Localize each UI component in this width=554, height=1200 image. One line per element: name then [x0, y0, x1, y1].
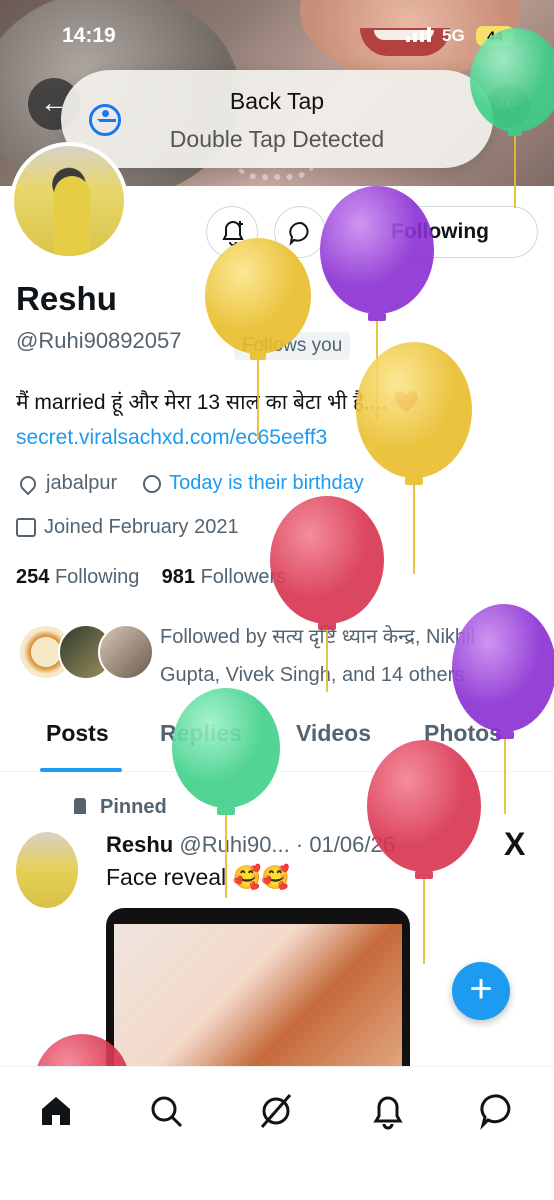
grok-icon[interactable] — [256, 1091, 296, 1131]
notifications-icon[interactable] — [368, 1091, 408, 1131]
home-icon[interactable] — [36, 1091, 76, 1131]
bottom-nav — [0, 1066, 554, 1200]
balloon-green — [172, 688, 280, 898]
balloon-red — [367, 740, 481, 964]
balloon-red — [270, 496, 384, 692]
balloon-yellow — [205, 238, 311, 440]
search-icon[interactable] — [146, 1091, 186, 1131]
messages-icon[interactable] — [478, 1091, 518, 1131]
balloon-green — [470, 28, 554, 208]
birthday-balloons — [34, 28, 554, 1134]
